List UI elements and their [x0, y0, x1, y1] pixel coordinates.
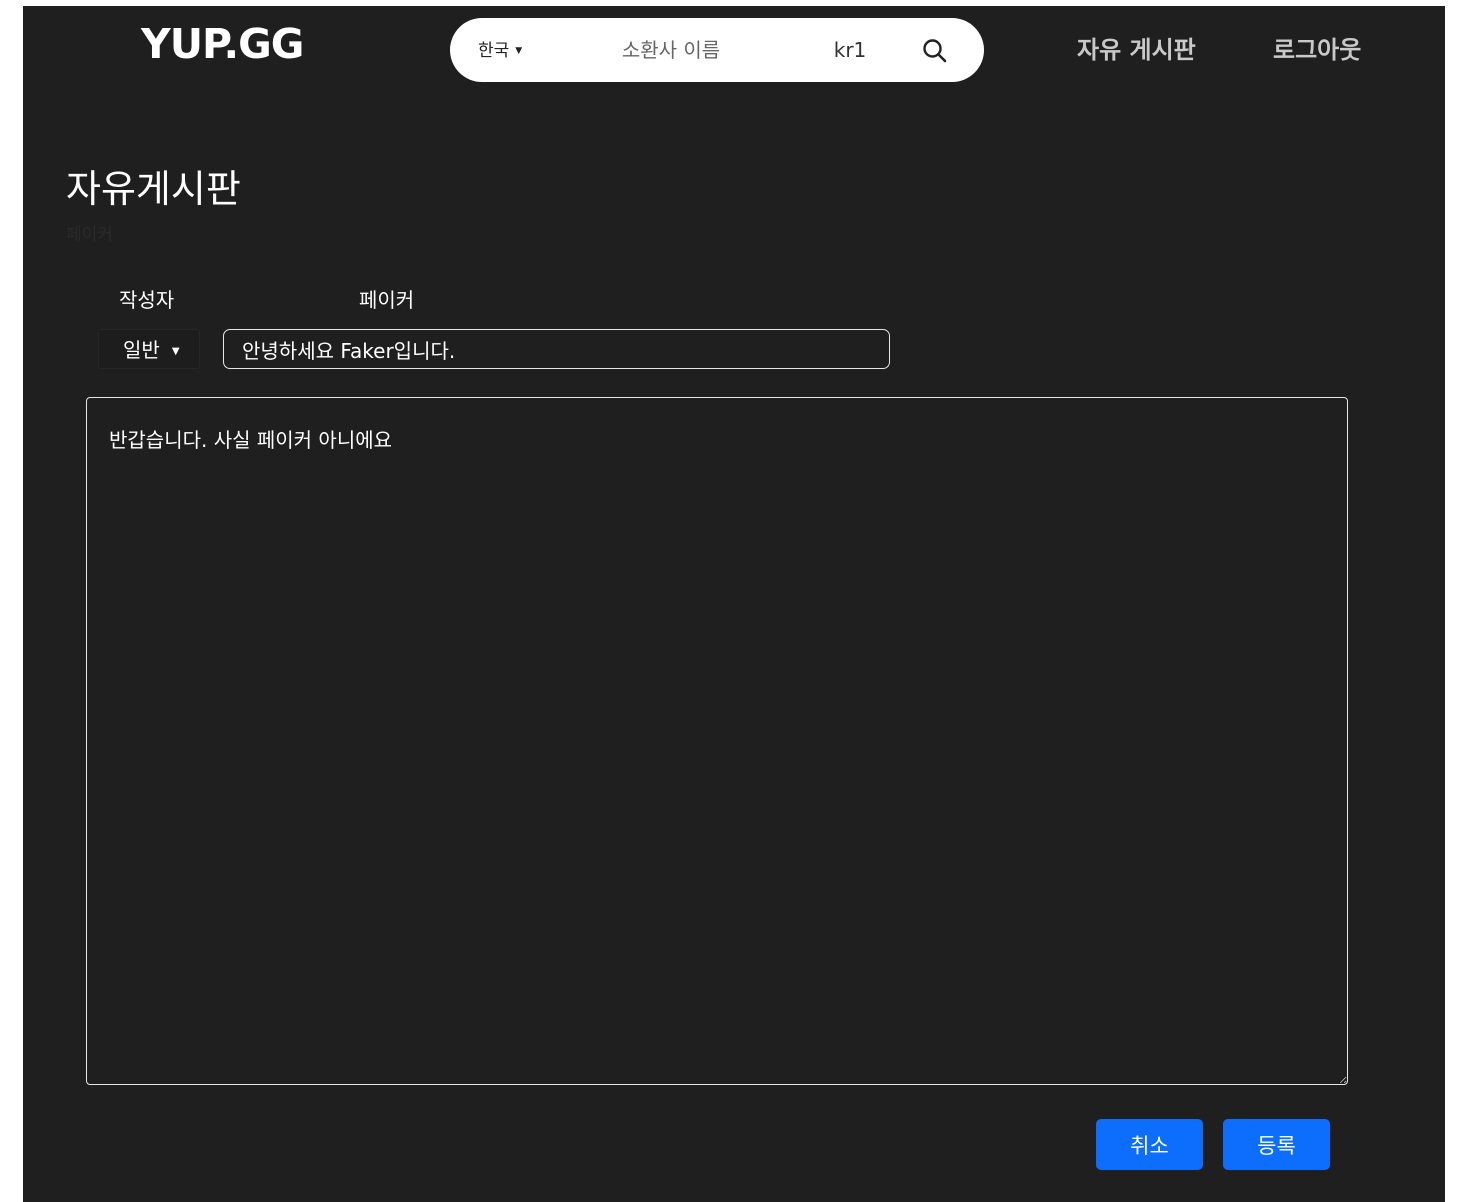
tag-input[interactable] [804, 24, 896, 76]
category-label: 일반 [123, 338, 160, 362]
cancel-button[interactable]: 취소 [1096, 1119, 1203, 1170]
app-container: YUP.GG 한국 ▼ 자유 게시판 로그아웃 자유게시판 페이커 작성자 페이커… [23, 6, 1445, 1202]
chevron-down-icon: ▼ [171, 345, 180, 357]
page-title: 자유게시판 [66, 167, 241, 211]
category-dropdown[interactable]: 일반 ▼ [98, 329, 200, 369]
nav-free-board[interactable]: 자유 게시판 [1077, 30, 1196, 65]
author-label: 작성자 [119, 288, 175, 312]
search-icon [923, 39, 947, 63]
nav-logout[interactable]: 로그아웃 [1273, 30, 1361, 65]
region-dropdown[interactable]: 한국 ▼ [478, 18, 522, 82]
region-label: 한국 [478, 41, 510, 61]
site-logo[interactable]: YUP.GG [141, 20, 304, 68]
search-button[interactable] [920, 36, 950, 66]
submit-button[interactable]: 등록 [1223, 1119, 1330, 1170]
summoner-name-input[interactable] [538, 18, 804, 82]
chevron-down-icon: ▼ [515, 46, 523, 56]
post-body-textarea[interactable]: 반갑습니다. 사실 페이커 아니에요 [86, 397, 1348, 1085]
author-name: 페이커 [359, 288, 415, 312]
post-title-input[interactable] [223, 329, 890, 369]
page-subtitle: 페이커 [66, 225, 113, 245]
search-bar: 한국 ▼ [450, 18, 984, 82]
